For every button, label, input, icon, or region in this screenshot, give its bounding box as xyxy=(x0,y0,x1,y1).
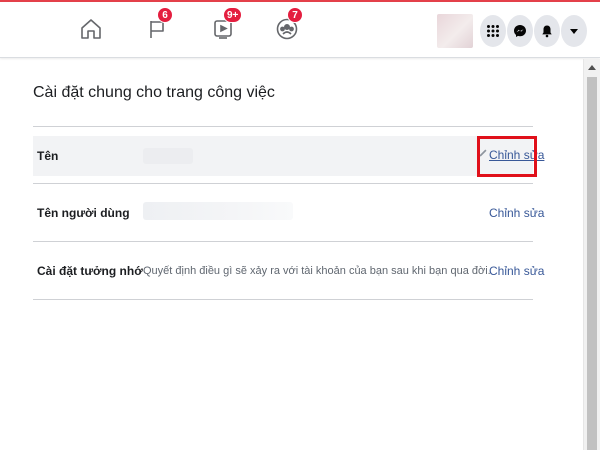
row-divider xyxy=(33,241,533,242)
row-label-memorialization: Cài đặt tưởng nhớ xyxy=(37,264,143,278)
row-label-name: Tên xyxy=(37,149,59,163)
memorialization-description: Quyết định điều gì sẽ xảy ra với tài kho… xyxy=(143,265,491,277)
watch-badge: 9+ xyxy=(223,7,243,23)
messenger-icon xyxy=(514,25,526,37)
nav-watch[interactable]: 9+ xyxy=(206,7,243,46)
section-divider xyxy=(33,126,533,127)
menu-grid-icon xyxy=(487,25,499,37)
row-divider xyxy=(33,183,533,184)
account-button[interactable] xyxy=(561,15,587,47)
settings-row-memorialization[interactable]: Cài đặt tưởng nhớ Quyết định điều gì sẽ … xyxy=(33,250,544,290)
top-navbar: 6 9+ 7 xyxy=(0,2,600,58)
messenger-button[interactable] xyxy=(507,15,533,47)
page-title: Cài đặt chung cho trang công việc xyxy=(33,84,275,101)
settings-row-username[interactable]: Tên người dùng Chỉnh sửa xyxy=(33,192,544,232)
vertical-scrollbar[interactable] xyxy=(583,59,600,450)
account-caret-icon xyxy=(570,29,578,34)
notifications-button[interactable] xyxy=(534,15,560,47)
edit-memorialization-link[interactable]: Chỉnh sửa xyxy=(489,264,544,278)
avatar[interactable] xyxy=(437,14,473,48)
scroll-up-arrow-icon[interactable] xyxy=(588,65,596,70)
scroll-thumb[interactable] xyxy=(587,77,597,450)
menu-button[interactable] xyxy=(480,15,506,47)
nav-groups[interactable]: 7 xyxy=(270,7,304,46)
edit-username-link[interactable]: Chỉnh sửa xyxy=(489,206,544,220)
pages-badge: 6 xyxy=(157,7,173,23)
section-bottom-divider xyxy=(33,299,533,300)
row-label-username: Tên người dùng xyxy=(37,206,130,220)
groups-badge: 7 xyxy=(287,7,303,23)
home-icon xyxy=(81,19,101,39)
notifications-bell-icon xyxy=(542,25,552,38)
nav-pages[interactable]: 6 xyxy=(140,7,174,46)
nav-home[interactable] xyxy=(74,12,108,46)
name-value-redacted xyxy=(143,148,193,164)
username-value-redacted xyxy=(143,202,293,220)
highlight-annotation-box xyxy=(477,136,537,177)
settings-row-name[interactable]: Tên Chỉnh sửa xyxy=(33,136,544,176)
